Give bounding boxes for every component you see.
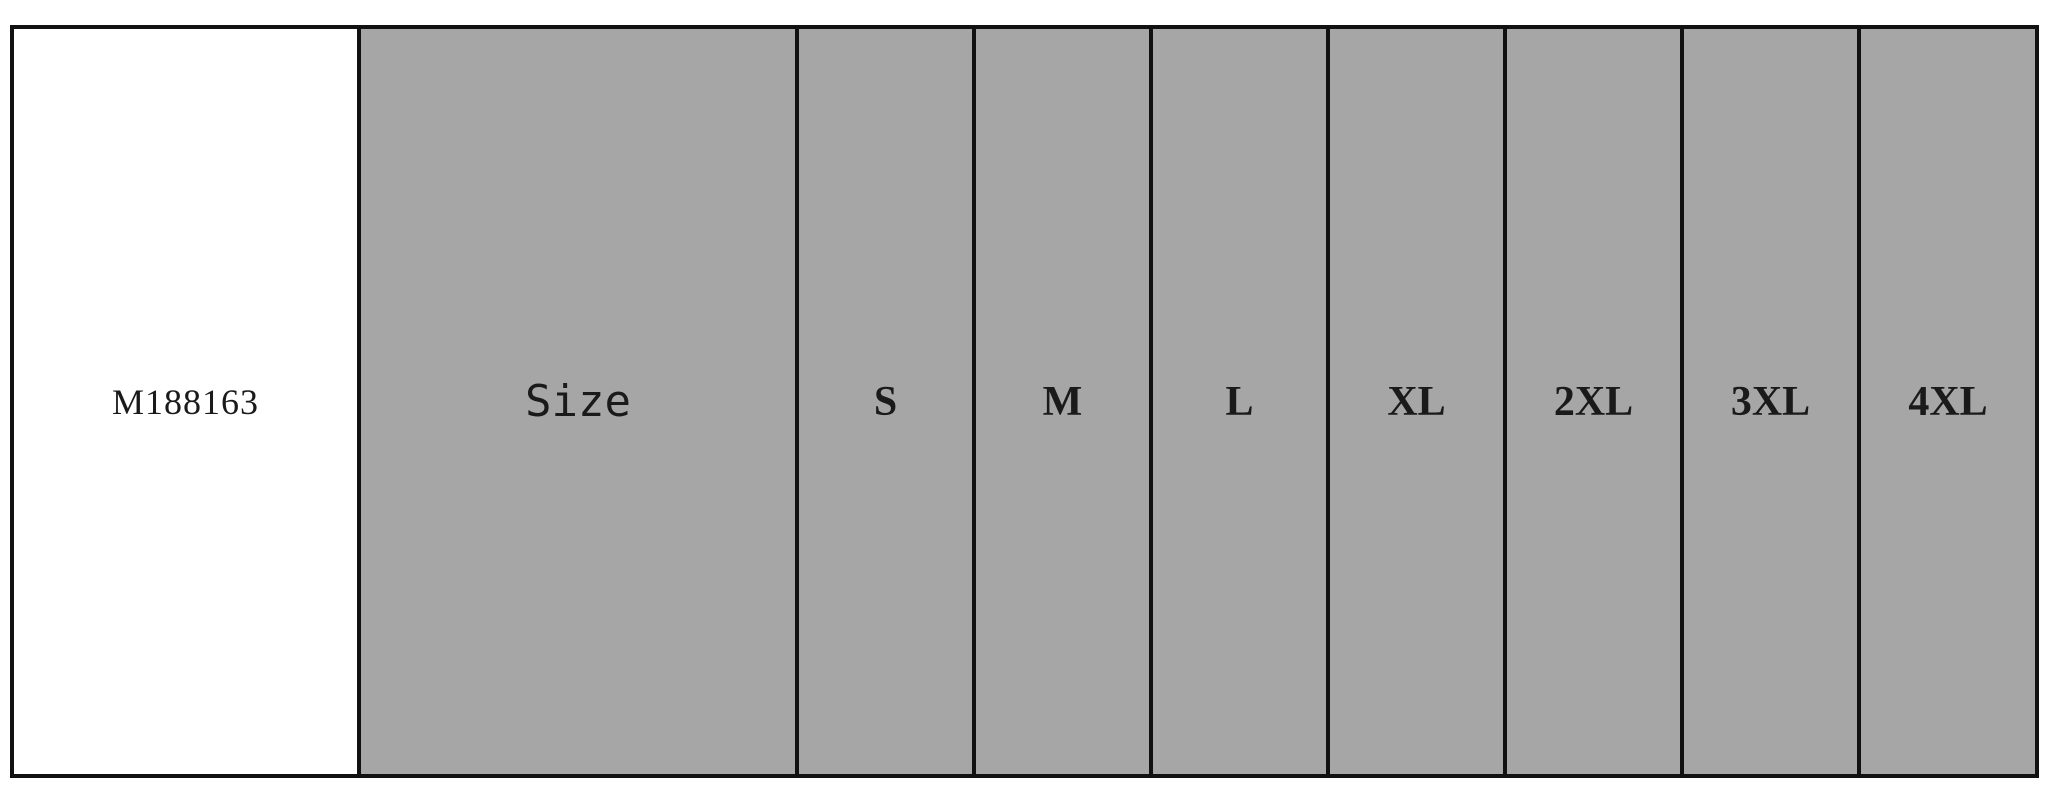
- header-row: M188163 Size S M L XL 2XL 3XL 4XL: [10, 25, 2039, 778]
- size-col-header: L: [1149, 25, 1330, 778]
- size-col-header: XL: [1326, 25, 1507, 778]
- sku-label: M188163: [10, 25, 361, 778]
- size-header: Size: [357, 25, 799, 778]
- size-col-header: 3XL: [1680, 25, 1861, 778]
- size-col-header: 2XL: [1503, 25, 1684, 778]
- size-chart-table: M188163 Size S M L XL 2XL 3XL 4XL: [10, 25, 2039, 778]
- size-col-header: M: [972, 25, 1153, 778]
- size-col-header: 4XL: [1857, 25, 2039, 778]
- size-col-header: S: [795, 25, 976, 778]
